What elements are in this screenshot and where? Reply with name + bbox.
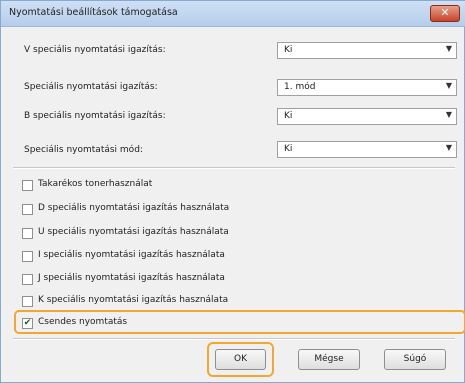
dialog-window: Nyomtatási beállítások támogatása ✕ V sp… bbox=[0, 0, 465, 383]
checkbox[interactable] bbox=[22, 296, 33, 307]
checkbox[interactable] bbox=[22, 228, 33, 239]
dialog-title: Nyomtatási beállítások támogatása bbox=[9, 7, 178, 18]
option-label: K speciális nyomtatási igazítás használa… bbox=[38, 295, 229, 305]
option-label: Csendes nyomtatás bbox=[38, 317, 128, 327]
setting-select-v[interactable]: Ki ▼ bbox=[277, 42, 457, 59]
checkbox[interactable] bbox=[22, 180, 33, 191]
help-button[interactable]: Súgó bbox=[384, 349, 446, 370]
setting-value-b: Ki bbox=[284, 111, 293, 121]
checkbox-checked[interactable]: ✔ bbox=[22, 318, 33, 329]
option-label: D speciális nyomtatási igazítás használa… bbox=[38, 203, 230, 213]
setting-value-special: 1. mód bbox=[284, 82, 316, 92]
setting-label-b: B speciális nyomtatási igazítás: bbox=[24, 111, 166, 121]
close-button[interactable]: ✕ bbox=[430, 5, 460, 22]
chevron-down-icon: ▼ bbox=[445, 143, 452, 152]
setting-value-v: Ki bbox=[284, 45, 293, 55]
footer-divider bbox=[13, 338, 455, 340]
setting-select-mode[interactable]: Ki ▼ bbox=[277, 141, 457, 158]
checkbox[interactable] bbox=[22, 204, 33, 215]
option-label: I speciális nyomtatási igazítás használa… bbox=[38, 250, 225, 260]
setting-label-mode: Speciális nyomtatási mód: bbox=[24, 145, 143, 155]
close-icon: ✕ bbox=[440, 6, 450, 19]
setting-label-special: Speciális nyomtatási igazítás: bbox=[24, 82, 158, 92]
chevron-down-icon: ▼ bbox=[445, 110, 452, 119]
checkbox[interactable] bbox=[22, 274, 33, 285]
checkmark-icon: ✔ bbox=[23, 318, 32, 328]
option-label: Takarékos tonerhasználat bbox=[38, 179, 153, 189]
setting-select-b[interactable]: Ki ▼ bbox=[277, 108, 457, 125]
cancel-button[interactable]: Mégse bbox=[298, 349, 360, 370]
section-divider bbox=[13, 167, 455, 169]
setting-value-mode: Ki bbox=[284, 144, 293, 154]
chevron-down-icon: ▼ bbox=[445, 44, 452, 53]
chevron-down-icon: ▼ bbox=[445, 81, 452, 90]
ok-button[interactable]: OK bbox=[215, 349, 266, 370]
title-bar[interactable]: Nyomtatási beállítások támogatása ✕ bbox=[1, 1, 465, 27]
option-label: J speciális nyomtatási igazítás használa… bbox=[38, 273, 225, 283]
checkbox[interactable] bbox=[22, 251, 33, 262]
option-label: U speciális nyomtatási igazítás használa… bbox=[38, 227, 229, 237]
setting-select-special[interactable]: 1. mód ▼ bbox=[277, 79, 457, 96]
setting-label-v: V speciális nyomtatási igazítás: bbox=[24, 45, 166, 55]
